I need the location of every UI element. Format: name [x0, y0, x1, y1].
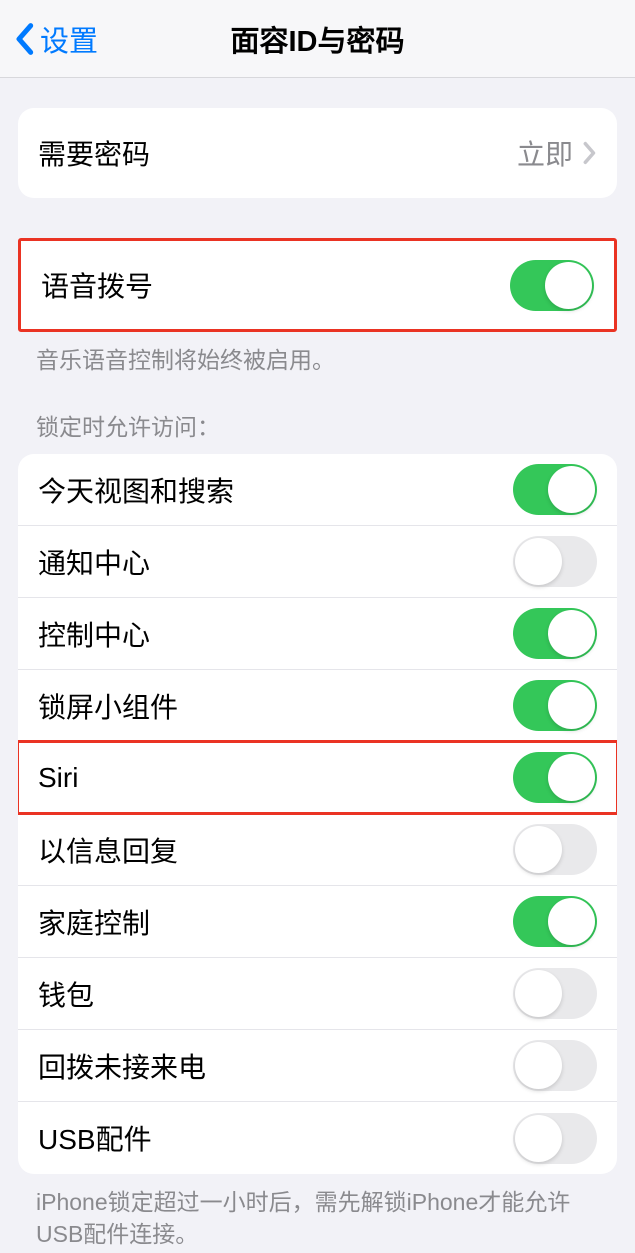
- allow-access-item-label: 钱包: [38, 974, 94, 1014]
- allow-access-item-toggle[interactable]: [513, 968, 597, 1019]
- row-right: 立即: [517, 133, 597, 173]
- allow-access-item-label: USB配件: [38, 1118, 152, 1158]
- toggle-knob-icon: [548, 466, 595, 513]
- chevron-right-icon: [583, 141, 597, 165]
- row-require-passcode[interactable]: 需要密码 立即: [18, 108, 617, 198]
- toggle-knob-icon: [545, 262, 592, 309]
- group-require-passcode: 需要密码 立即: [18, 108, 617, 198]
- allow-access-item-toggle[interactable]: [513, 824, 597, 875]
- row-allow-access-item: 今天视图和搜索: [18, 454, 617, 526]
- group-allow-access: 今天视图和搜索通知中心控制中心锁屏小组件 Siri 以信息回复家庭控制钱包回拨未接来…: [18, 454, 617, 1174]
- allow-access-footer: iPhone锁定超过一小时后，需先解锁iPhone才能允许USB配件连接。: [0, 1174, 635, 1250]
- voice-dial-toggle[interactable]: [510, 260, 594, 311]
- voice-dial-label: 语音拨号: [41, 265, 153, 305]
- allow-access-item-toggle[interactable]: [513, 896, 597, 947]
- back-label: 设置: [40, 18, 98, 60]
- allow-access-item-toggle[interactable]: [513, 1113, 597, 1164]
- row-allow-access-item: 家庭控制: [18, 886, 617, 958]
- toggle-knob-icon: [515, 538, 562, 585]
- allow-access-item-toggle[interactable]: [513, 464, 597, 515]
- allow-access-item-toggle[interactable]: [513, 680, 597, 731]
- row-allow-access-item: 通知中心: [18, 526, 617, 598]
- row-allow-access-item: Siri: [18, 742, 617, 814]
- toggle-knob-icon: [515, 826, 562, 873]
- allow-access-header: 锁定时允许访问：: [0, 402, 635, 446]
- toggle-knob-icon: [515, 1042, 562, 1089]
- nav-header: 设置 面容ID与密码: [0, 0, 635, 78]
- require-passcode-value: 立即: [517, 133, 573, 173]
- require-passcode-label: 需要密码: [38, 133, 150, 173]
- toggle-knob-icon: [548, 898, 595, 945]
- allow-access-item-label: 回拨未接来电: [38, 1046, 206, 1086]
- toggle-knob-icon: [515, 970, 562, 1017]
- group-voice-dial: 语音拨号: [18, 238, 617, 332]
- allow-access-item-toggle[interactable]: [513, 752, 597, 803]
- row-allow-access-item: 回拨未接来电: [18, 1030, 617, 1102]
- allow-access-item-toggle[interactable]: [513, 1040, 597, 1091]
- back-button[interactable]: 设置: [0, 18, 98, 60]
- toggle-knob-icon: [548, 754, 595, 801]
- allow-access-item-label: 通知中心: [38, 542, 150, 582]
- allow-access-item-label: 锁屏小组件: [38, 686, 178, 726]
- voice-dial-footer: 音乐语音控制将始终被启用。: [0, 332, 635, 376]
- chevron-left-icon: [14, 22, 34, 56]
- row-allow-access-item: 控制中心: [18, 598, 617, 670]
- allow-access-item-label: 今天视图和搜索: [38, 470, 234, 510]
- row-allow-access-item: USB配件: [18, 1102, 617, 1174]
- toggle-knob-icon: [515, 1115, 562, 1162]
- row-voice-dial: 语音拨号: [21, 241, 614, 329]
- allow-access-item-label: 控制中心: [38, 614, 150, 654]
- toggle-knob-icon: [548, 682, 595, 729]
- toggle-knob-icon: [548, 610, 595, 657]
- allow-access-item-label: 家庭控制: [38, 902, 150, 942]
- row-allow-access-item: 锁屏小组件: [18, 670, 617, 742]
- row-allow-access-item: 以信息回复: [18, 814, 617, 886]
- page-title: 面容ID与密码: [230, 18, 404, 60]
- allow-access-item-label: Siri: [38, 762, 78, 794]
- allow-access-item-toggle[interactable]: [513, 608, 597, 659]
- allow-access-item-toggle[interactable]: [513, 536, 597, 587]
- row-allow-access-item: 钱包: [18, 958, 617, 1030]
- allow-access-item-label: 以信息回复: [38, 830, 178, 870]
